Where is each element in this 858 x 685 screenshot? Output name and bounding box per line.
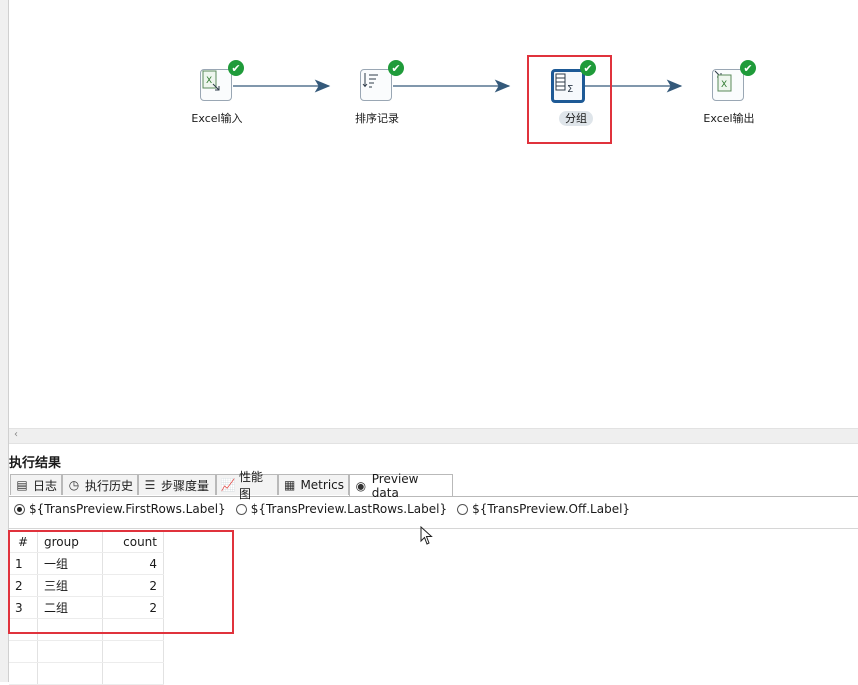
- empty-row: [9, 640, 164, 663]
- step-excel-input[interactable]: X: [200, 69, 234, 103]
- tab-label: 性能图: [239, 470, 264, 501]
- tab-history[interactable]: ◷ 执行历史: [62, 474, 138, 495]
- tab-performance-chart[interactable]: 📈 性能图: [216, 470, 278, 501]
- performance-chart-icon: 📈: [220, 478, 236, 492]
- metrics-icon: ▦: [284, 478, 296, 492]
- radio-off[interactable]: ${TransPreview.Off.Label}: [457, 502, 630, 516]
- tab-preview-data[interactable]: ◉ Preview data: [349, 472, 453, 500]
- excel-input-icon: X: [200, 69, 232, 101]
- step-label: 排序记录: [355, 112, 399, 125]
- step-excel-output[interactable]: X: [712, 69, 746, 103]
- radio-first-rows[interactable]: ${TransPreview.FirstRows.Label}: [14, 502, 226, 516]
- radio-button[interactable]: [457, 503, 469, 515]
- svg-text:X: X: [206, 76, 212, 86]
- history-icon: ◷: [68, 478, 80, 492]
- tab-label: 步骤度量: [161, 478, 210, 493]
- tab-label: 执行历史: [85, 478, 134, 493]
- step-sort-rows[interactable]: [360, 69, 394, 103]
- selected-step-highlight: [527, 55, 612, 144]
- transformation-canvas[interactable]: X ✔ Excel输入 ✔ 排序记录 Σ ✔ 分组 X ✔ Excel输出: [9, 0, 858, 428]
- radio-label: ${TransPreview.Off.Label}: [472, 502, 631, 516]
- hops-layer: [233, 79, 683, 93]
- empty-row: [9, 662, 164, 685]
- step-label: Excel输入: [191, 112, 243, 125]
- success-check-icon: ✔: [388, 60, 404, 76]
- tab-label: 日志: [33, 478, 58, 493]
- results-panel-title: 执行结果: [9, 456, 62, 471]
- radio-button[interactable]: [235, 503, 247, 515]
- scroll-left-arrow-icon[interactable]: ‹: [14, 429, 18, 440]
- radio-label: ${TransPreview.FirstRows.Label}: [29, 502, 226, 516]
- tab-metrics[interactable]: ▦ Metrics: [278, 474, 349, 495]
- step-label: Excel输出: [703, 112, 755, 125]
- canvas-horizontal-scrollbar[interactable]: [9, 428, 858, 444]
- radio-label: ${TransPreview.LastRows.Label}: [250, 502, 448, 516]
- tab-step-metrics[interactable]: ☰ 步骤度量: [138, 474, 216, 495]
- mouse-cursor-icon: [420, 526, 433, 545]
- tab-log[interactable]: ▤ 日志: [10, 474, 62, 495]
- radio-last-rows[interactable]: ${TransPreview.LastRows.Label}: [235, 502, 448, 516]
- tab-label: Metrics: [300, 478, 344, 492]
- radio-button[interactable]: [14, 503, 25, 515]
- svg-text:X: X: [721, 80, 727, 90]
- preview-eye-icon: ◉: [355, 478, 367, 493]
- table-highlight: [8, 530, 234, 634]
- success-check-icon: ✔: [228, 60, 244, 76]
- tab-label: Preview data: [371, 471, 419, 500]
- excel-output-icon: X: [712, 69, 744, 101]
- log-icon: ▤: [16, 478, 28, 492]
- step-metrics-icon: ☰: [144, 478, 156, 492]
- sort-icon: [360, 69, 392, 101]
- success-check-icon: ✔: [740, 60, 756, 76]
- preview-mode-radios: ${TransPreview.FirstRows.Label} ${TransP…: [9, 498, 858, 520]
